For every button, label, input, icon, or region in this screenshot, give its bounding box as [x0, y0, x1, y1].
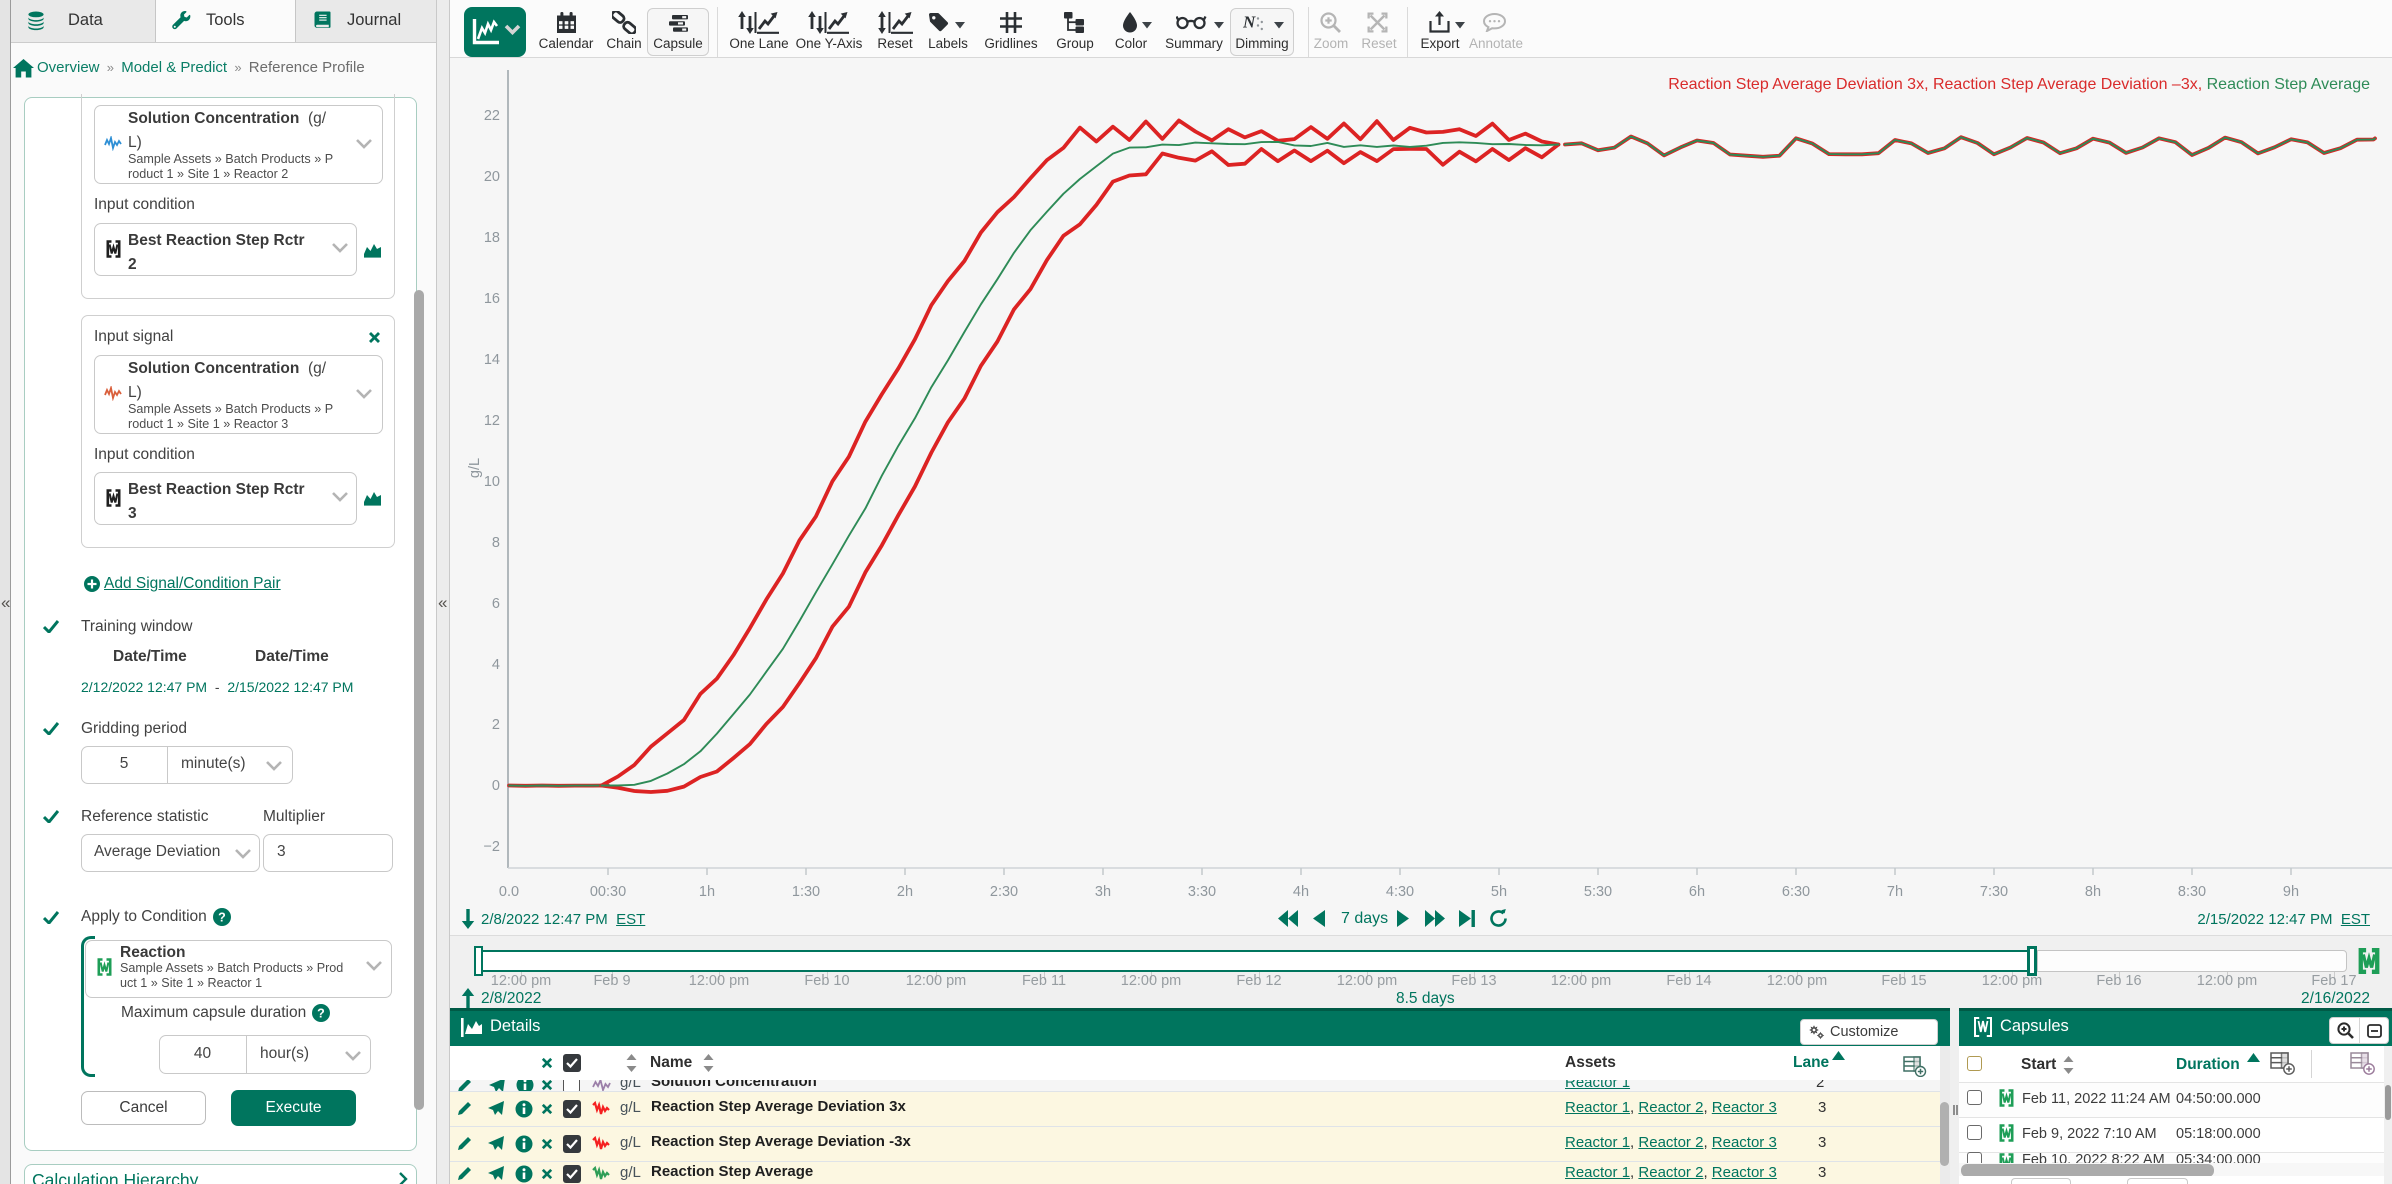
svg-text:7h: 7h — [1887, 884, 1903, 900]
svg-text:8:30: 8:30 — [2178, 884, 2206, 900]
svg-text:2:30: 2:30 — [990, 884, 1018, 900]
svg-text:22: 22 — [484, 108, 500, 124]
svg-text:20: 20 — [484, 169, 500, 185]
svg-text:1h: 1h — [699, 884, 715, 900]
svg-text:9h: 9h — [2283, 884, 2299, 900]
svg-text:10: 10 — [484, 474, 500, 490]
svg-text:6:30: 6:30 — [1782, 884, 1810, 900]
svg-text:−2: −2 — [483, 839, 500, 855]
svg-text:4h: 4h — [1293, 884, 1309, 900]
svg-text:6h: 6h — [1689, 884, 1705, 900]
svg-text:12: 12 — [484, 413, 500, 429]
svg-text:6: 6 — [492, 596, 500, 612]
svg-text:?: ? — [218, 911, 226, 925]
svg-text:?: ? — [317, 1007, 325, 1021]
svg-text:4: 4 — [492, 657, 500, 673]
svg-text:8h: 8h — [2085, 884, 2101, 900]
svg-text:8: 8 — [492, 535, 500, 551]
svg-text:1:30: 1:30 — [792, 884, 820, 900]
svg-text:16: 16 — [484, 291, 500, 307]
svg-text:N: N — [1243, 13, 1256, 32]
svg-text:00:30: 00:30 — [590, 884, 626, 900]
svg-text:4:30: 4:30 — [1386, 884, 1414, 900]
svg-text:0.0: 0.0 — [499, 884, 519, 900]
svg-text:0: 0 — [492, 778, 500, 794]
svg-text:18: 18 — [484, 230, 500, 246]
svg-text:3h: 3h — [1095, 884, 1111, 900]
svg-text:5:30: 5:30 — [1584, 884, 1612, 900]
svg-text:2: 2 — [492, 717, 500, 733]
svg-text:5h: 5h — [1491, 884, 1507, 900]
svg-text:3:30: 3:30 — [1188, 884, 1216, 900]
svg-text:7:30: 7:30 — [1980, 884, 2008, 900]
svg-text:14: 14 — [484, 352, 500, 368]
svg-text:2h: 2h — [897, 884, 913, 900]
